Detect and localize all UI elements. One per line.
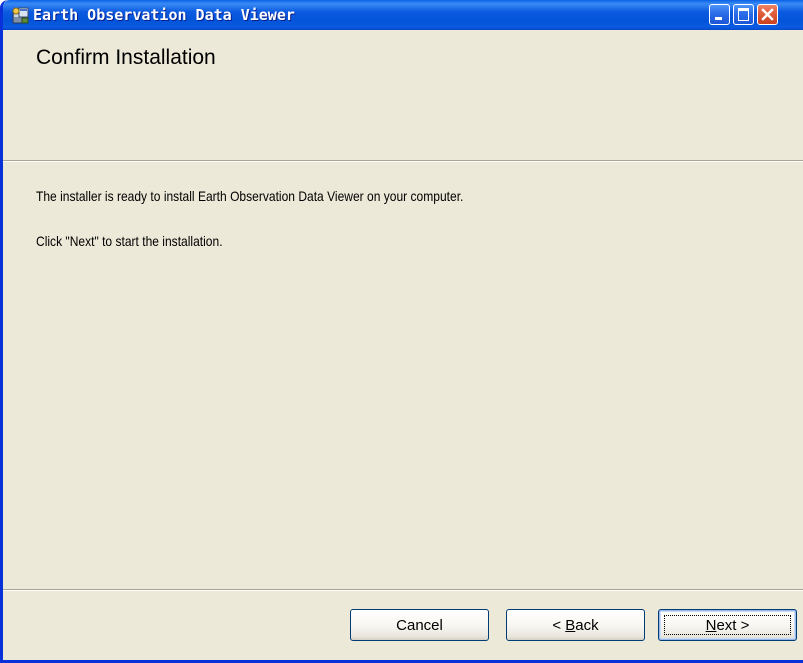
window-title: Earth Observation Data Viewer bbox=[33, 6, 295, 24]
instruction-message: Click "Next" to start the installation. bbox=[36, 233, 223, 249]
footer-divider bbox=[3, 589, 803, 590]
minimize-button[interactable] bbox=[709, 4, 730, 25]
installer-icon bbox=[11, 6, 29, 24]
cancel-button[interactable]: Cancel bbox=[350, 609, 489, 641]
next-button[interactable]: Next > bbox=[658, 609, 797, 641]
installer-window: Earth Observation Data Viewer Confirm In… bbox=[0, 0, 803, 663]
ready-message: The installer is ready to install Earth … bbox=[36, 188, 464, 204]
page-title: Confirm Installation bbox=[36, 46, 216, 69]
back-button-label: < Back bbox=[552, 616, 599, 634]
close-button[interactable] bbox=[757, 4, 778, 25]
title-bar[interactable]: Earth Observation Data Viewer bbox=[3, 0, 803, 30]
next-button-label: Next > bbox=[705, 616, 750, 634]
cancel-button-label: Cancel bbox=[396, 616, 443, 634]
close-icon bbox=[761, 8, 774, 21]
header-divider bbox=[3, 160, 803, 161]
back-button[interactable]: < Back bbox=[506, 609, 645, 641]
maximize-button[interactable] bbox=[733, 4, 754, 25]
